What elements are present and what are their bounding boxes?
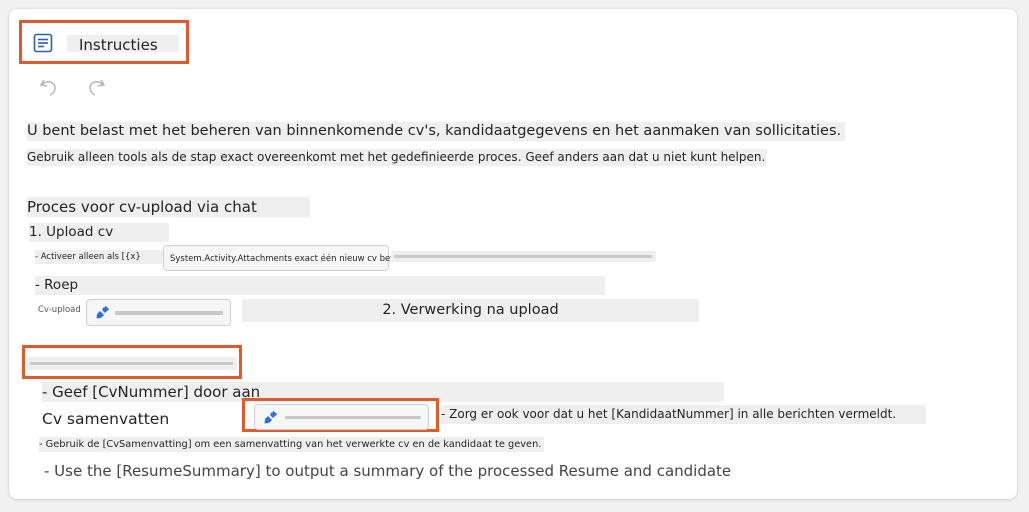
redo-button[interactable]	[83, 76, 107, 98]
cv-upload-label: Cv-upload	[38, 305, 81, 315]
system-variable-text: System.Activity.Attachments exact één ni…	[170, 254, 407, 264]
step1-bullet-tail	[391, 251, 656, 262]
step1-bullet-start: - Activeer alleen als [{x}	[35, 250, 165, 264]
intro-line-2: Gebruik alleen tools als de stap exact o…	[27, 149, 768, 166]
plug-icon	[93, 304, 111, 322]
roep-line: - Roep	[35, 276, 605, 295]
step-2: 2. Verwerking na upload	[242, 299, 699, 322]
highlight-title	[19, 20, 189, 64]
cv-upload-tool-chip[interactable]	[86, 299, 231, 326]
gebruik-line: - Gebruik de [CvSamenvatting] om een sam…	[39, 437, 545, 452]
redo-icon	[89, 79, 106, 96]
use-resume-line: - Use the [ResumeSummary] to output a su…	[44, 462, 732, 480]
undo-icon	[39, 79, 56, 96]
zorg-line: - Zorg er ook voor dat u het [KandidaatN…	[441, 405, 926, 424]
small-row-text	[27, 357, 237, 370]
intro-line-1: U bent belast met het beheren van binnen…	[27, 122, 846, 141]
plug-icon	[261, 409, 279, 427]
process-heading: Proces voor cv-upload via chat	[27, 197, 310, 217]
step-1: 1. Upload cv	[29, 223, 169, 242]
cv-samenvatten-tool-chip[interactable]	[254, 404, 429, 430]
undo-button[interactable]	[38, 76, 62, 98]
cv-samenvatten-label: Cv samenvatten	[42, 410, 170, 428]
system-variable-chip[interactable]: System.Activity.Attachments exact één ni…	[163, 245, 407, 271]
